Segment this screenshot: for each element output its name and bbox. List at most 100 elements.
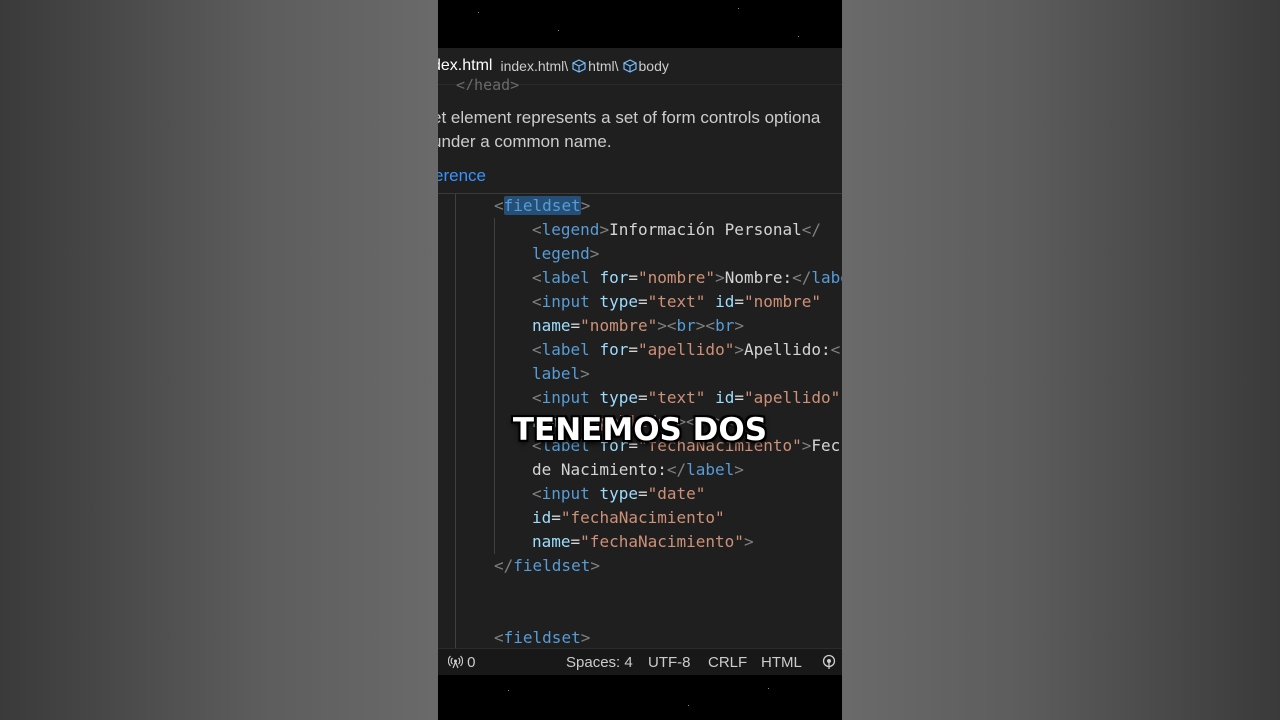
- code-token: >: [589, 244, 600, 263]
- code-token: type: [599, 292, 638, 311]
- code-line-head: </head>: [456, 76, 520, 90]
- code-token: name: [532, 532, 571, 551]
- code-token: "fechaNacimiento": [580, 532, 744, 551]
- code-token: <: [532, 268, 542, 287]
- code-token: "nombre": [638, 268, 716, 287]
- blurred-background-left: [0, 0, 438, 720]
- code-token: id: [715, 292, 735, 311]
- code-token: legend: [541, 220, 600, 239]
- language-mode-status[interactable]: HTML: [761, 654, 802, 671]
- code-token: "nombre": [580, 316, 658, 335]
- code-token: <: [830, 340, 841, 359]
- status-bar: 0 Spaces: 4 UTF-8 CRLF HTML: [438, 648, 842, 675]
- code-editor: dex.html index.html\ html\ body </head> …: [438, 48, 842, 675]
- code-line: <label for="apellido">Apellido:<: [532, 338, 840, 362]
- code-token: id: [532, 508, 552, 527]
- cube-icon: [572, 59, 586, 73]
- active-file-tab[interactable]: dex.html: [438, 57, 492, 75]
- breadcrumb-item-body[interactable]: body: [639, 58, 669, 74]
- code-line: <input type="text" id="nombre": [532, 290, 821, 314]
- code-token: >: [580, 628, 591, 647]
- breadcrumb-path[interactable]: index.html\: [500, 58, 568, 74]
- code-token: id: [715, 388, 735, 407]
- code-token: "apellido": [743, 388, 841, 407]
- code-token: Nombre:: [724, 268, 793, 287]
- cube-icon: [622, 59, 637, 73]
- mdn-reference-link[interactable]: erence: [438, 166, 486, 186]
- code-token: "text": [647, 388, 706, 407]
- code-token: </: [494, 556, 514, 575]
- ports-count: 0: [467, 654, 476, 671]
- code-token: </: [666, 460, 687, 479]
- indentation-status[interactable]: Spaces: 4: [566, 654, 633, 671]
- code-token: label: [541, 268, 590, 287]
- ports-indicator[interactable]: 0: [447, 654, 476, 671]
- code-token: input: [541, 292, 590, 311]
- code-line: <input type="date": [532, 482, 705, 506]
- code-line: id="fechaNacimiento": [532, 506, 725, 530]
- code-token: <: [666, 316, 677, 335]
- code-token: =: [637, 388, 648, 407]
- code-token: >: [590, 556, 600, 575]
- code-token: >: [695, 316, 706, 335]
- code-line: <input type="text" id="apellido": [532, 386, 840, 410]
- code-token: label: [541, 340, 590, 359]
- code-token: <: [494, 628, 504, 647]
- code-token: =: [734, 292, 744, 311]
- code-token: >: [599, 220, 610, 239]
- code-token: "fechaNacimiento": [560, 508, 725, 527]
- code-token: br: [676, 316, 696, 335]
- code-token: >: [715, 268, 725, 287]
- broadcast-icon: [447, 655, 464, 669]
- code-token: >: [734, 316, 744, 335]
- code-token: >: [580, 364, 590, 383]
- code-token: =: [628, 340, 638, 359]
- code-token: fieldset: [513, 556, 591, 575]
- code-line: legend>: [532, 242, 599, 266]
- breadcrumb-item-html[interactable]: html\: [588, 58, 618, 74]
- code-token: >: [734, 340, 744, 359]
- code-token: for: [599, 268, 629, 287]
- video-frame: dex.html index.html\ html\ body </head> …: [438, 0, 842, 720]
- video-caption: TENEMOS DOS: [438, 412, 842, 448]
- encoding-status[interactable]: UTF-8: [648, 654, 691, 671]
- code-line: <legend>Información Personal</: [532, 218, 821, 242]
- code-token: legend: [532, 244, 590, 263]
- code-token: input: [541, 484, 590, 503]
- code-token: <: [532, 340, 542, 359]
- hover-description: et element represents a set of form cont…: [438, 106, 820, 154]
- notifications-icon[interactable]: [821, 654, 837, 674]
- code-token: Información Personal: [609, 220, 802, 239]
- code-token: >: [657, 316, 667, 335]
- blurred-background-right: [842, 0, 1280, 720]
- code-token: for: [599, 340, 629, 359]
- code-token: </: [792, 268, 812, 287]
- code-token: "text": [647, 292, 706, 311]
- code-line: <label for="nombre">Nombre:</labe: [532, 266, 842, 290]
- code-token: <: [705, 316, 716, 335]
- code-token: de Nacimiento:: [532, 460, 667, 479]
- code-token: name: [532, 316, 571, 335]
- code-token: "date": [647, 484, 706, 503]
- code-token: <: [532, 220, 542, 239]
- code-token: Apellido:: [743, 340, 831, 359]
- code-line: <fieldset>: [494, 194, 590, 218]
- code-token: <: [494, 196, 504, 215]
- code-token: =: [734, 388, 744, 407]
- code-line: <fieldset>: [494, 626, 590, 650]
- code-line: label>: [532, 362, 590, 386]
- code-token: fieldset: [503, 628, 581, 647]
- code-token: <: [532, 292, 542, 311]
- code-token: >: [743, 532, 754, 551]
- code-token: type: [599, 388, 638, 407]
- code-token: =: [570, 316, 581, 335]
- code-token: =: [637, 484, 648, 503]
- hover-description-line: et element represents a set of form cont…: [438, 108, 821, 127]
- code-token: <: [532, 484, 542, 503]
- eol-status[interactable]: CRLF: [708, 654, 747, 671]
- code-line: name="fechaNacimiento">: [532, 530, 754, 554]
